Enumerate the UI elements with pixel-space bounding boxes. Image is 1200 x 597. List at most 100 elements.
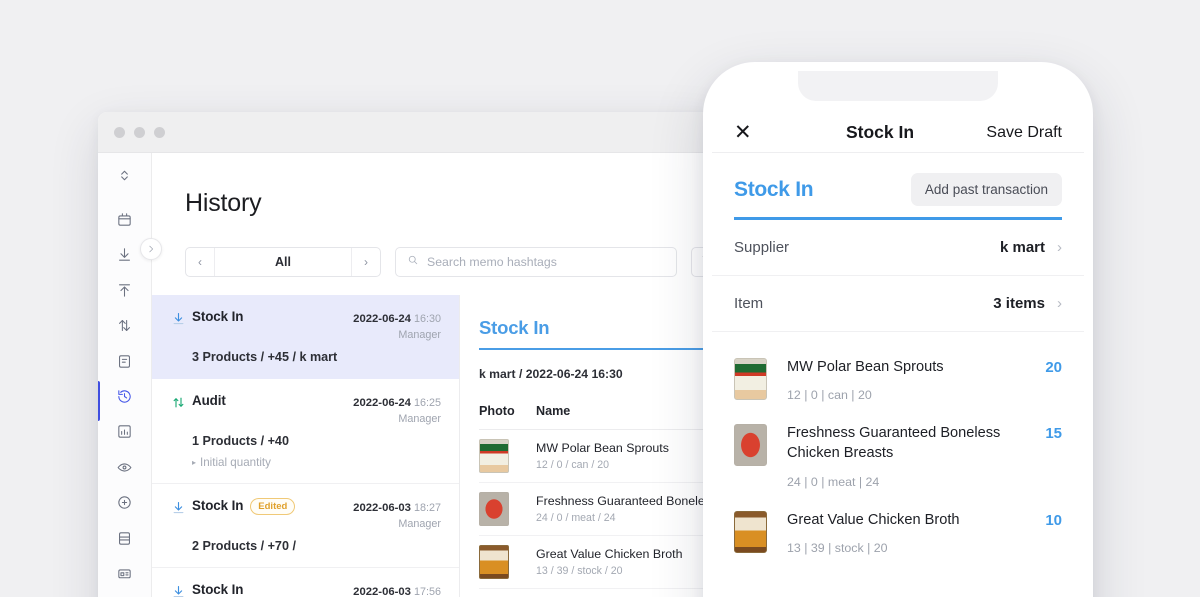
minimize-dot[interactable]: [134, 126, 145, 138]
window-main-content: History ‹ All › Search memo hashtags Sto…: [152, 153, 723, 597]
product-name: Freshness Guaranteed Boneless: [536, 494, 718, 508]
expand-caret-icon: ▸: [192, 458, 197, 467]
history-row-note[interactable]: ▸ Initial quantity: [192, 456, 441, 469]
list-item[interactable]: Great Value Chicken Broth 13 | 39 | stoc…: [734, 495, 1062, 562]
history-row-time: 18:27: [413, 502, 441, 514]
list-icon[interactable]: [108, 526, 142, 550]
history-row-time: 16:30: [413, 313, 441, 325]
box-icon[interactable]: [108, 207, 142, 231]
phone-screen: ✕ Stock In Save Draft Stock In Add past …: [712, 71, 1084, 597]
transfer-icon[interactable]: [108, 314, 142, 338]
item-name: Freshness Guaranteed Boneless Chicken Br…: [787, 425, 1001, 461]
product-name: MW Polar Bean Sprouts: [536, 441, 669, 455]
search-icon: [407, 253, 419, 271]
history-row-0[interactable]: Stock In 2022-06-24 16:30 Manager 3 Produ…: [152, 295, 459, 379]
history-row-meta: 2022-06-03 18:27 Manager: [345, 498, 441, 530]
sidebar-rail: [98, 153, 162, 597]
transaction-detail-pane: Stock In k mart / 2022-06-24 16:30 Photo…: [460, 295, 723, 597]
stock-out-icon[interactable]: [108, 278, 142, 302]
period-switcher: ‹ All ›: [185, 247, 381, 277]
history-row-time: 16:25: [413, 397, 441, 409]
supplier-label: Supplier: [734, 238, 790, 256]
plus-circle-icon[interactable]: [108, 491, 142, 515]
page-title: History: [185, 189, 262, 217]
item-quantity[interactable]: 10: [1045, 511, 1062, 529]
close-dot[interactable]: [114, 126, 125, 138]
phone-items-list: MW Polar Bean Sprouts 12 | 0 | can | 20 …: [712, 332, 1084, 562]
history-row-date: 2022-06-03: [353, 586, 411, 597]
search-box[interactable]: [395, 247, 677, 277]
history-row-date: 2022-06-24: [353, 397, 411, 409]
product-row[interactable]: Freshness Guaranteed Boneless 24 / 0 / m…: [479, 483, 723, 536]
card-icon[interactable]: [108, 561, 142, 585]
sort-toggle-icon[interactable]: [108, 163, 142, 187]
period-prev-button[interactable]: ‹: [186, 248, 215, 276]
item-meta: 13 | 39 | stock | 20: [787, 541, 888, 556]
history-row-time: 17:56: [413, 586, 441, 597]
arrow-down-icon: [171, 498, 192, 520]
sidebar-collapse-button[interactable]: [140, 238, 162, 260]
item-name: Great Value Chicken Broth: [787, 511, 960, 528]
add-past-transaction-button[interactable]: Add past transaction: [910, 173, 1062, 206]
item-meta: 24 | 0 | meat | 24: [787, 474, 880, 489]
stock-in-icon[interactable]: [108, 243, 142, 267]
search-input[interactable]: [427, 255, 665, 269]
history-row-1[interactable]: Audit 2022-06-24 16:25 Manager 1 Products…: [152, 379, 459, 484]
product-thumbnail: [479, 492, 509, 526]
chevron-right-icon: ›: [1057, 294, 1062, 312]
history-row-type: Audit: [192, 393, 226, 408]
maximize-dot[interactable]: [154, 126, 165, 138]
history-row-2[interactable]: Stock In Edited 2022-06-03 18:27 Manager 2…: [152, 484, 459, 568]
list-item[interactable]: MW Polar Bean Sprouts 12 | 0 | can | 20 …: [734, 342, 1062, 409]
history-row-type: Stock In: [192, 498, 244, 513]
product-meta: 13 / 39 / stock / 20: [536, 565, 623, 577]
item-name: MW Polar Bean Sprouts: [787, 358, 944, 375]
product-row[interactable]: MW Polar Bean Sprouts 12 / 0 / can / 20: [479, 430, 723, 483]
column-header-photo: Photo: [479, 404, 515, 418]
product-meta: 24 / 0 / meat / 24: [536, 512, 616, 524]
product-thumbnail: [479, 439, 509, 473]
phone-tabs: Stock In Add past transaction: [712, 153, 1084, 220]
save-draft-button[interactable]: Save Draft: [966, 124, 1062, 142]
product-row[interactable]: Great Value Chicken Broth 13 / 39 / stoc…: [479, 536, 723, 589]
product-thumbnail: [734, 510, 767, 553]
item-field-row[interactable]: Item 3 items ›: [712, 276, 1084, 332]
product-table-header: Photo Name: [479, 404, 723, 430]
history-row-user: Manager: [398, 329, 441, 341]
history-row-user: Manager: [398, 518, 441, 530]
period-label[interactable]: All: [215, 248, 351, 276]
window-titlebar: [98, 112, 723, 153]
detail-underline: [479, 348, 723, 350]
period-next-button[interactable]: ›: [351, 248, 380, 276]
tab-stock-in[interactable]: Stock In: [734, 178, 814, 202]
item-quantity[interactable]: 15: [1045, 424, 1062, 442]
desktop-app-window: History ‹ All › Search memo hashtags Sto…: [98, 112, 723, 597]
document-icon[interactable]: [108, 349, 142, 373]
history-icon[interactable]: [98, 381, 142, 422]
history-toolbar: ‹ All ›: [152, 218, 723, 277]
phone-mockup: ✕ Stock In Save Draft Stock In Add past …: [703, 62, 1093, 597]
history-row-note-text: Initial quantity: [200, 456, 271, 469]
supplier-value: k mart: [999, 238, 1045, 256]
history-list: Stock In 2022-06-24 16:30 Manager 3 Produ…: [152, 295, 460, 597]
item-label: Item: [734, 294, 764, 312]
history-row-type: Stock In: [192, 309, 244, 324]
history-row-summary: 3 Products / +45 / k mart: [192, 350, 338, 364]
chart-icon[interactable]: [108, 420, 142, 444]
list-item[interactable]: Freshness Guaranteed Boneless Chicken Br…: [734, 408, 1062, 494]
history-row-3[interactable]: Stock In 2022-06-0317:56 Manager 1 Produ…: [152, 568, 459, 597]
tab-underline: [734, 217, 1062, 220]
window-body: History ‹ All › Search memo hashtags Sto…: [98, 153, 723, 597]
history-row-summary: 2 Products / +70 /: [192, 539, 296, 553]
eye-icon[interactable]: [108, 455, 142, 479]
supplier-field-row[interactable]: Supplier k mart ›: [712, 220, 1084, 276]
history-row-date: 2022-06-24: [353, 313, 411, 325]
item-quantity[interactable]: 20: [1045, 358, 1062, 376]
history-row-summary: 1 Products / +40: [192, 434, 289, 448]
product-meta: 12 / 0 / can / 20: [536, 459, 610, 471]
history-row-meta: 2022-06-0317:56 Manager: [345, 582, 441, 597]
phone-notch: [798, 71, 998, 101]
history-row-date: 2022-06-03: [353, 502, 411, 514]
history-row-type: Stock In: [192, 582, 244, 597]
close-icon[interactable]: ✕: [734, 122, 794, 143]
